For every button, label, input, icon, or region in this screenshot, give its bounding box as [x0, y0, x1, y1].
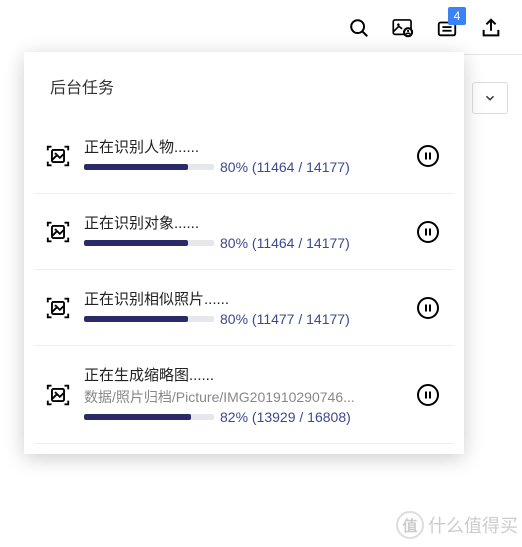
progress-bar	[84, 414, 214, 420]
task-body: 正在生成缩略图...... 数据/照片归档/Picture/IMG2019102…	[84, 364, 404, 425]
search-icon[interactable]	[348, 17, 370, 39]
progress-text: 80% (11477 / 14177)	[220, 311, 350, 327]
task-row: 正在识别相似照片...... 80% (11477 / 14177)	[34, 270, 454, 346]
task-list: 正在识别人物...... 80% (11464 / 14177)	[24, 118, 464, 444]
task-path: 数据/照片归档/Picture/IMG201910290746...	[84, 387, 404, 407]
tasks-badge: 4	[448, 7, 466, 25]
task-row: 正在生成缩略图...... 数据/照片归档/Picture/IMG2019102…	[34, 346, 454, 444]
progress-bar-fill	[84, 316, 188, 322]
task-label: 正在生成缩略图......	[84, 364, 404, 385]
tasks-icon[interactable]: 4	[436, 17, 458, 39]
progress-bar-fill	[84, 164, 188, 170]
chevron-down-icon	[483, 91, 497, 105]
task-body: 正在识别相似照片...... 80% (11477 / 14177)	[84, 288, 404, 327]
pause-button[interactable]	[414, 142, 442, 170]
upload-icon[interactable]	[480, 17, 502, 39]
progress-bar-fill	[84, 414, 191, 420]
image-scan-icon	[44, 294, 72, 322]
progress-bar	[84, 164, 214, 170]
image-scan-icon	[44, 218, 72, 246]
image-scan-icon	[44, 381, 72, 409]
image-browse-icon[interactable]	[392, 17, 414, 39]
task-label: 正在识别相似照片......	[84, 288, 404, 309]
task-label: 正在识别人物......	[84, 136, 404, 157]
sort-dropdown[interactable]	[472, 82, 508, 114]
watermark-logo: 值	[396, 511, 424, 539]
progress-bar	[84, 240, 214, 246]
watermark: 值 什么值得买	[396, 511, 518, 539]
background-tasks-panel: 后台任务 正在识别人物...... 80% (11464 / 14177)	[24, 52, 464, 454]
watermark-text: 什么值得买	[428, 512, 518, 538]
progress-bar-fill	[84, 240, 188, 246]
task-body: 正在识别对象...... 80% (11464 / 14177)	[84, 212, 404, 251]
task-row: 正在识别对象...... 80% (11464 / 14177)	[34, 194, 454, 270]
task-label: 正在识别对象......	[84, 212, 404, 233]
pause-button[interactable]	[414, 381, 442, 409]
pause-button[interactable]	[414, 294, 442, 322]
panel-title: 后台任务	[24, 52, 464, 118]
progress-bar	[84, 316, 214, 322]
pause-button[interactable]	[414, 218, 442, 246]
progress-text: 80% (11464 / 14177)	[220, 235, 350, 251]
top-toolbar: 4	[0, 0, 522, 46]
task-body: 正在识别人物...... 80% (11464 / 14177)	[84, 136, 404, 175]
progress-text: 80% (11464 / 14177)	[220, 159, 350, 175]
image-scan-icon	[44, 142, 72, 170]
task-row: 正在识别人物...... 80% (11464 / 14177)	[34, 118, 454, 194]
divider	[462, 54, 522, 55]
progress-text: 82% (13929 / 16808)	[220, 409, 351, 425]
